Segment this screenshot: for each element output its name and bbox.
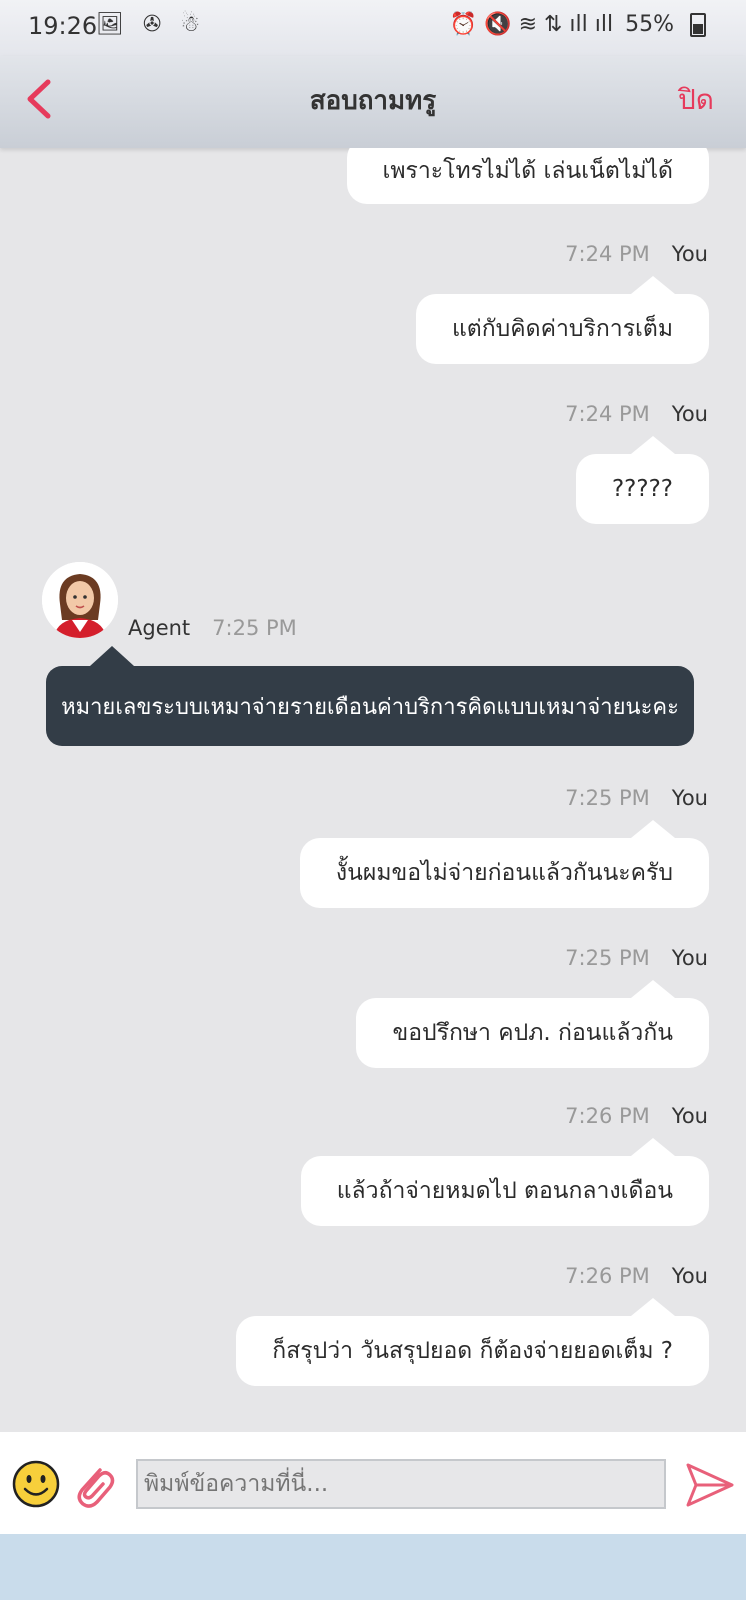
send-icon	[686, 1463, 734, 1507]
message-bubble-you: ?????	[575, 436, 709, 524]
app-header: สอบถามทรู ปิด	[0, 56, 746, 148]
battery-icon	[690, 12, 706, 37]
message-bubble-you: แต่กับคิดค่าบริการเต็ม	[415, 276, 709, 364]
agent-avatar	[42, 562, 118, 638]
message-sender: You	[671, 1104, 708, 1128]
agent-avatar-icon	[42, 562, 118, 638]
message-meta: 7:26 PM You	[565, 1264, 708, 1288]
message-time: 7:25 PM	[212, 616, 297, 640]
message-bubble-you: งั้นผมขอไม่จ่ายก่อนแล้วกันนะครับ	[299, 820, 709, 908]
message-bubble-you: เพราะโทรไม่ได้ เล่นเน็ตไม่ได้	[346, 148, 709, 204]
message-input[interactable]	[136, 1459, 666, 1509]
message-meta: 7:25 PM You	[565, 786, 708, 810]
message-time: 7:24 PM	[565, 402, 650, 426]
message-bubble-you: แล้วถ้าจ่ายหมดไป ตอนกลางเดือน	[300, 1138, 709, 1226]
message-sender: You	[671, 402, 708, 426]
system-icons: ⏰ 🔇 ≋ ⇅ ıll ıll 55%	[450, 12, 706, 37]
composer-bar	[0, 1432, 746, 1534]
message-time: 7:26 PM	[565, 1104, 650, 1128]
message-time: 7:25 PM	[565, 946, 650, 970]
paperclip-icon	[77, 1468, 115, 1508]
chat-thread[interactable]: เพราะโทรไม่ได้ เล่นเน็ตไม่ได้ 7:24 PM You…	[0, 148, 746, 1432]
keyboard-area	[0, 1534, 746, 1600]
message-meta: 7:24 PM You	[565, 402, 708, 426]
page-title: สอบถามทรู	[309, 86, 437, 116]
battery-percent: 55%	[625, 12, 674, 37]
message-time: 7:25 PM	[565, 786, 650, 810]
signal-icons: ⏰ 🔇 ≋ ⇅ ıll ıll	[449, 12, 614, 37]
send-button[interactable]	[684, 1460, 736, 1510]
message-meta: 7:25 PM You	[565, 946, 708, 970]
notification-icons: 🖼 ✇ ☃	[96, 12, 207, 37]
message-time: 7:24 PM	[565, 242, 650, 266]
message-bubble-you: ก็สรุปว่า วันสรุปยอด ก็ต้องจ่ายยอดเต็ม ?	[236, 1298, 709, 1386]
message-sender: You	[671, 242, 708, 266]
close-button[interactable]: ปิด	[678, 78, 714, 122]
agent-message-meta: Agent 7:25 PM	[128, 616, 297, 640]
message-bubble-you: ขอปรึกษา คปภ. ก่อนแล้วกัน	[356, 980, 709, 1068]
message-sender: You	[671, 946, 708, 970]
message-sender: Agent	[128, 616, 191, 640]
smiley-icon	[12, 1460, 60, 1508]
message-time: 7:26 PM	[565, 1264, 650, 1288]
message-sender: You	[671, 786, 708, 810]
attach-button[interactable]	[70, 1460, 116, 1510]
emoji-button[interactable]	[12, 1460, 60, 1508]
message-meta: 7:26 PM You	[565, 1104, 708, 1128]
message-sender: You	[671, 1264, 708, 1288]
status-bar: 19:26 🖼 ✇ ☃ ⏰ 🔇 ≋ ⇅ ıll ıll 55%	[0, 0, 746, 56]
message-bubble-agent: หมายเลขระบบเหมาจ่ายรายเดือนค่าบริการคิดแ…	[46, 646, 694, 746]
message-meta: 7:24 PM You	[565, 242, 708, 266]
status-time: 19:26	[28, 12, 98, 40]
